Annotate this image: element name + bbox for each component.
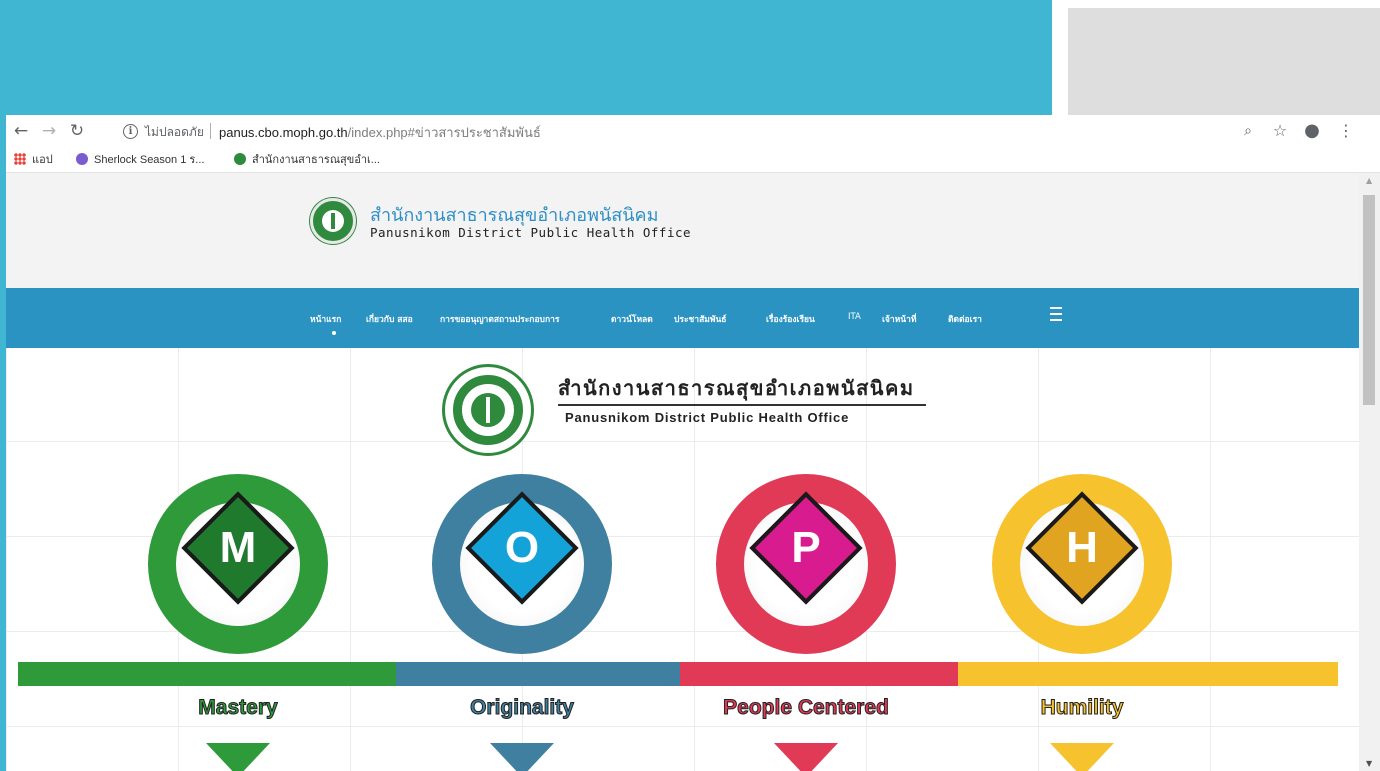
favicon-icon bbox=[234, 153, 246, 165]
site-header: สำนักงานสาธารณสุขอำเภอพนัสนิคม Panusniko… bbox=[6, 173, 1359, 288]
browser-window: ← → ↻ i ไม่ปลอดภัย panus.cbo.moph.go.th/… bbox=[6, 115, 1380, 771]
menu-item-contact[interactable]: ติดต่อเรา bbox=[948, 312, 982, 326]
favicon-icon bbox=[76, 153, 88, 165]
scroll-down-arrow-icon[interactable]: ▼ bbox=[1366, 759, 1372, 768]
slide-header-band bbox=[0, 0, 1052, 115]
bookmarks-bar: แอป Sherlock Season 1 ร... สำนักงานสาธาร… bbox=[6, 148, 1380, 173]
label-humility: Humility bbox=[1040, 696, 1124, 720]
star-icon[interactable]: ☆ bbox=[1270, 121, 1290, 141]
menu-item-news[interactable]: ประชาสัมพันธ์ bbox=[674, 312, 726, 326]
pointer-mastery bbox=[206, 743, 270, 771]
address-bar: ← → ↻ i ไม่ปลอดภัย panus.cbo.moph.go.th/… bbox=[6, 115, 1380, 148]
label-originality: Originality bbox=[470, 696, 575, 720]
omnibox[interactable]: i ไม่ปลอดภัย panus.cbo.moph.go.th/index.… bbox=[113, 120, 1353, 144]
scroll-up-arrow-icon[interactable]: ▲ bbox=[1366, 176, 1372, 185]
main-menu: หน้าแรก เกี่ยวกับ สสอ การขออนุญาตสถานประ… bbox=[6, 288, 1359, 348]
pointer-humility bbox=[1050, 743, 1114, 771]
menu-item-download[interactable]: ดาวน์โหลด bbox=[611, 312, 653, 326]
pointer-people-centered bbox=[774, 743, 838, 771]
menu-item-home[interactable]: หน้าแรก bbox=[310, 312, 341, 326]
reload-icon[interactable]: ↻ bbox=[66, 120, 88, 142]
menu-item-about[interactable]: เกี่ยวกับ สสอ bbox=[366, 312, 413, 326]
forward-arrow-icon[interactable]: → bbox=[38, 120, 60, 142]
menu-item-ita[interactable]: ITA bbox=[848, 312, 861, 322]
label-mastery: Mastery bbox=[198, 696, 278, 720]
site-title-english[interactable]: Panusnikom District Public Health Office bbox=[370, 225, 691, 240]
bookmark-apps[interactable]: แอป bbox=[14, 152, 53, 168]
band-people-centered bbox=[680, 662, 958, 686]
menu-item-staff[interactable]: เจ้าหน้าที่ bbox=[882, 312, 916, 326]
bookmark-label: Sherlock Season 1 ร... bbox=[94, 154, 205, 166]
back-arrow-icon[interactable]: ← bbox=[10, 120, 32, 142]
url-text[interactable]: panus.cbo.moph.go.th/index.php#ข่าวสารปร… bbox=[219, 122, 541, 143]
band-mastery bbox=[18, 662, 396, 686]
zoom-icon[interactable]: ⌕ bbox=[1238, 121, 1258, 141]
scroll-thumb[interactable] bbox=[1363, 195, 1375, 405]
omnibox-divider bbox=[210, 123, 211, 139]
moph-seal-icon bbox=[442, 364, 534, 456]
letter-o: O bbox=[504, 523, 540, 572]
letter-m: M bbox=[219, 523, 257, 572]
pointer-originality bbox=[490, 743, 554, 771]
active-menu-indicator bbox=[332, 331, 336, 335]
url-path: /index.php#ข่าวสารประชาสัมพันธ์ bbox=[347, 125, 541, 140]
band-humility bbox=[958, 662, 1338, 686]
bookmark-health-office[interactable]: สำนักงานสาธารณสุขอำเ... bbox=[234, 152, 380, 168]
web-page: สำนักงานสาธารณสุขอำเภอพนัสนิคม Panusniko… bbox=[6, 173, 1359, 771]
vertical-scrollbar[interactable]: ▲ ▼ bbox=[1359, 173, 1380, 771]
more-menu-icon[interactable]: ⋮ bbox=[1336, 121, 1356, 141]
profile-icon[interactable]: ● bbox=[1302, 121, 1322, 141]
slide-gray-panel bbox=[1068, 8, 1380, 115]
letter-p: P bbox=[791, 523, 821, 572]
menu-item-permits[interactable]: การขออนุญาตสถานประกอบการ bbox=[440, 312, 559, 326]
url-host: panus.cbo.moph.go.th bbox=[219, 125, 348, 140]
label-people-centered: People Centered bbox=[723, 696, 890, 720]
moph-logo-icon[interactable] bbox=[310, 198, 356, 244]
apps-grid-icon bbox=[14, 153, 26, 165]
bookmark-sherlock[interactable]: Sherlock Season 1 ร... bbox=[76, 152, 204, 168]
banner-title-thai: สำนักงานสาธารณสุขอำเภอพนัสนิคม bbox=[558, 376, 915, 400]
info-icon[interactable]: i bbox=[123, 124, 138, 139]
banner-title-english: Panusnikom District Public Health Office bbox=[565, 410, 850, 425]
menu-item-complaints[interactable]: เรื่องร้องเรียน bbox=[766, 312, 815, 326]
bookmark-label: สำนักงานสาธารณสุขอำเ... bbox=[252, 154, 380, 166]
values-banner: สำนักงานสาธารณสุขอำเภอพนัสนิคม Panusniko… bbox=[6, 348, 1359, 771]
hamburger-menu-icon[interactable] bbox=[1050, 307, 1062, 321]
security-label[interactable]: ไม่ปลอดภัย bbox=[145, 123, 204, 142]
banner-divider bbox=[558, 404, 926, 406]
bookmark-label: แอป bbox=[32, 154, 53, 166]
band-originality bbox=[396, 662, 680, 686]
letter-h: H bbox=[1066, 523, 1098, 572]
